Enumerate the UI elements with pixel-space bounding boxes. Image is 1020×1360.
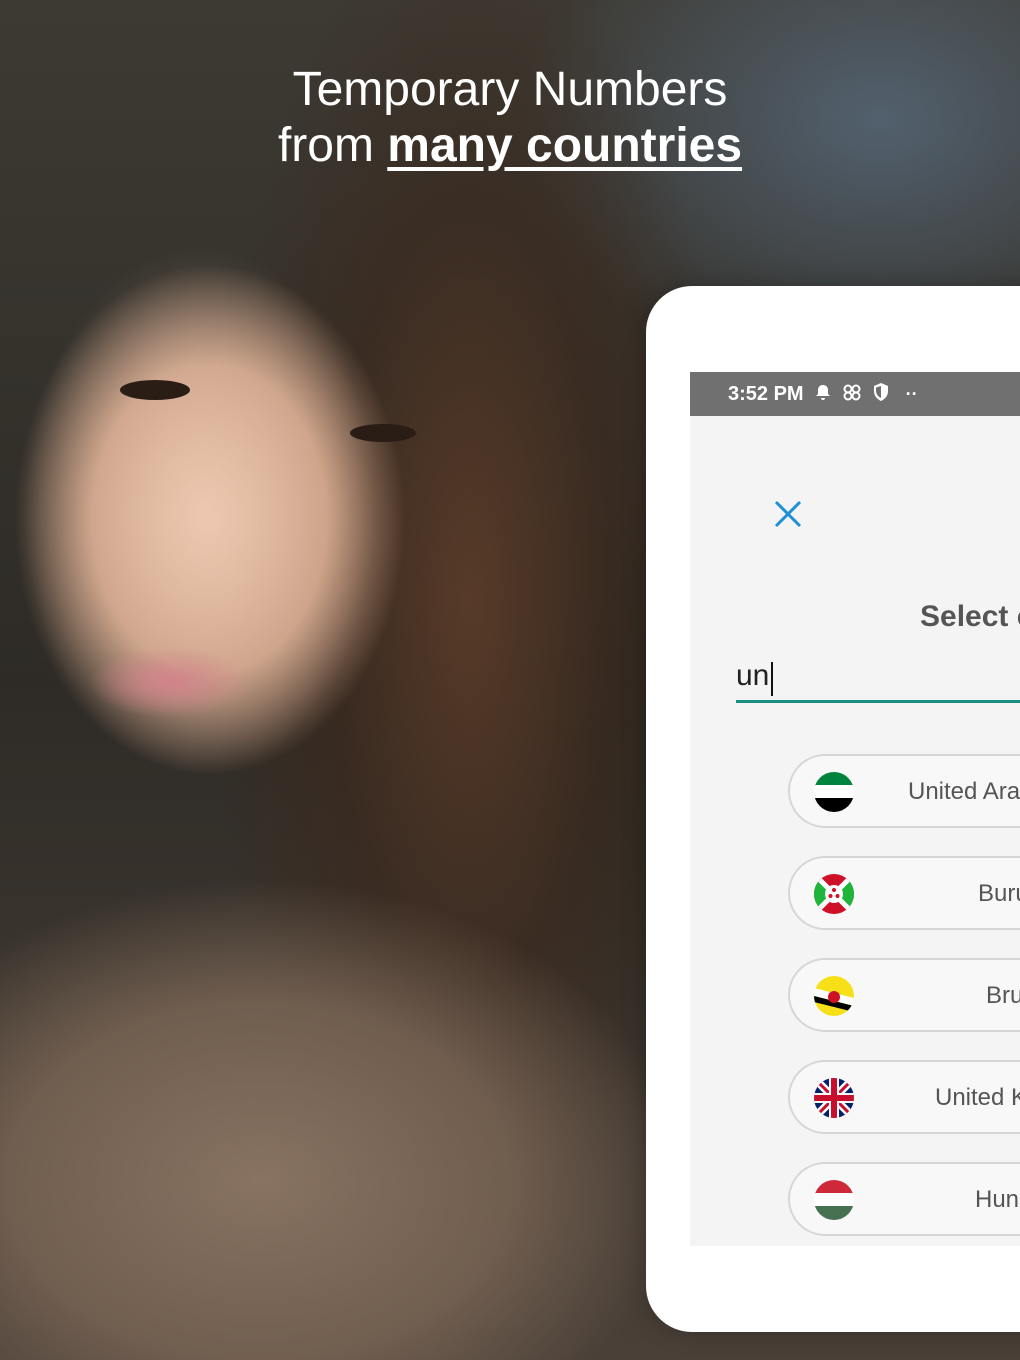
- close-icon: [774, 500, 802, 528]
- network-icon: [842, 383, 862, 406]
- burundi-flag-icon: [814, 874, 854, 914]
- status-bar: 3:52 PM ··: [690, 372, 1020, 416]
- country-list: United Aral Buru Bru United K: [788, 754, 1020, 1246]
- left-eye: [120, 380, 190, 400]
- right-eye: [350, 424, 416, 442]
- face-highlight: [0, 130, 420, 890]
- uk-flag-icon: [814, 1078, 854, 1118]
- uae-flag-icon: [814, 772, 854, 812]
- close-button[interactable]: [772, 498, 804, 530]
- country-name: Hung: [975, 1186, 1020, 1213]
- headline-line-2: from many countries: [0, 118, 1020, 174]
- headline-prefix: from: [277, 119, 388, 172]
- country-item-brunei[interactable]: Bru: [788, 958, 1020, 1032]
- country-name: United Aral: [908, 778, 1020, 805]
- phone-screen: 3:52 PM ·· Select c: [690, 372, 1020, 1246]
- headline-line-1: Temporary Numbers: [292, 63, 728, 116]
- country-name: United K: [935, 1084, 1020, 1111]
- headline: Temporary Numbers from many countries: [0, 62, 1020, 174]
- brunei-flag-icon: [814, 976, 854, 1016]
- hungary-flag-icon: [814, 1180, 854, 1220]
- country-name: Buru: [978, 880, 1020, 907]
- country-search[interactable]: [736, 654, 1020, 703]
- text-cursor: [771, 662, 773, 696]
- status-time: 3:52 PM: [728, 382, 804, 405]
- search-input[interactable]: [736, 654, 1020, 698]
- country-item-uk[interactable]: United K: [788, 1060, 1020, 1134]
- country-name: Bru: [986, 982, 1020, 1009]
- dialog-title: Select c: [920, 600, 1020, 633]
- country-item-burundi[interactable]: Buru: [788, 856, 1020, 930]
- bell-icon: [814, 383, 832, 406]
- lips: [70, 622, 250, 732]
- more-dots-icon: ··: [905, 383, 918, 404]
- device-frame: 3:52 PM ·· Select c: [646, 286, 1020, 1332]
- shield-icon: [872, 382, 890, 407]
- headline-emphasis: many countries: [387, 119, 743, 172]
- country-item-uae[interactable]: United Aral: [788, 754, 1020, 828]
- country-item-hungary[interactable]: Hung: [788, 1162, 1020, 1236]
